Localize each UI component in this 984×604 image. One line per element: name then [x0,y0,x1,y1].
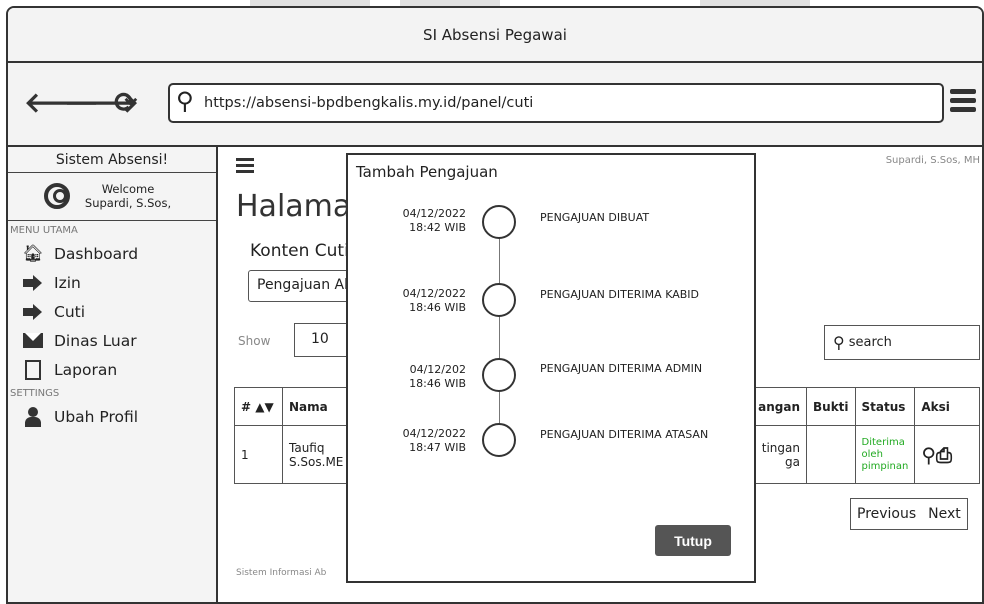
print-icon[interactable]: ⎙ [936,443,952,467]
column-header-nama[interactable]: Nama [282,387,353,426]
next-button[interactable]: Next [922,506,967,522]
user-icon [25,406,41,427]
sidebar-item-laporan[interactable]: Laporan [8,355,216,384]
search-icon: ⚲ [176,87,194,115]
column-header-bukti[interactable]: Bukti [806,387,856,426]
timeline-node-icon [482,423,516,457]
sidebar-header: Sistem Absensi! [8,147,216,173]
home-icon: 🏠︎ [22,243,44,264]
timeline-node-icon [482,205,516,239]
user-name[interactable]: Supardi, S.Sos, MH [886,155,980,166]
timeline-label: PENGAJUAN DIBUAT [540,211,650,224]
sidebar-item-label: Laporan [54,360,118,379]
reload-icon[interactable]: ⟳ [114,85,137,121]
timeline-date: 04/12/2022 18:46 WIB [402,287,466,314]
sidebar-item-label: Cuti [54,302,86,321]
sidebar-toggle-icon[interactable] [236,155,254,176]
column-header-aksi[interactable]: Aksi [914,387,980,426]
sign-in-icon [23,274,43,291]
view-icon[interactable]: ⚲ [921,443,936,467]
sidebar-item-dashboard[interactable]: 🏠︎ Dashboard [8,239,216,268]
menu-section-label: MENU UTAMA [10,225,78,236]
search-placeholder: search [848,335,892,350]
pdf-icon [25,359,41,380]
timeline-label: PENGAJUAN DITERIMA ADMIN [540,362,703,375]
status-badge: Diterima oleh pimpinan [854,425,916,484]
search-input[interactable]: ⚲ search [824,325,980,360]
timeline-line [499,215,500,455]
section-title: Konten Cuti [250,241,349,261]
sidebar-item-label: Ubah Profil [54,407,139,426]
welcome-user: Supardi, S.Sos, [84,196,172,210]
url-field[interactable]: ⚲ https://absensi-bpdbengkalis.my.id/pan… [168,83,944,123]
sidebar-item-cuti[interactable]: Cuti [8,297,216,326]
show-label: Show [238,334,271,348]
timeline-date: 04/12/2022 18:47 WIB [402,427,466,454]
timeline-node-icon [482,358,516,392]
pagination: Previous Next [850,498,968,530]
settings-section-label: SETTINGS [10,388,60,399]
modal-title: Tambah Pengajuan [356,163,498,181]
row-bukti [806,425,856,484]
sign-in-icon [23,303,43,320]
user-circle-icon [44,183,70,209]
close-button[interactable]: Tutup [655,525,731,556]
sidebar-item-ubah-profil[interactable]: Ubah Profil [8,402,216,431]
timeline-node-icon [482,283,516,317]
sidebar-item-label: Dashboard [54,244,139,263]
sidebar-item-label: Izin [54,273,81,292]
welcome-label: Welcome [101,182,155,196]
row-number: 1 [234,425,283,484]
pengajuan-modal: Tambah Pengajuan 04/12/2022 18:42 WIB PEN… [346,153,756,583]
timeline-date: 04/12/202 18:46 WIB [409,363,466,390]
sidebar: Sistem Absensi! Welcome Supardi, S.Sos, … [8,147,218,602]
timeline-date: 04/12/2022 18:42 WIB [402,207,466,234]
footer-text: Sistem Informasi Ab [236,568,327,578]
sidebar-item-izin[interactable]: Izin [8,268,216,297]
sort-icon[interactable]: ▲▼ [255,400,273,414]
sidebar-item-dinas-luar[interactable]: Dinas Luar [8,326,216,355]
window-title: SI Absensi Pegawai [423,25,567,44]
url-text: https://absensi-bpdbengkalis.my.id/panel… [204,95,534,111]
timeline-label: PENGAJUAN DITERIMA ATASAN [540,428,709,441]
window-titlebar: SI Absensi Pegawai [8,8,982,63]
sidebar-item-label: Dinas Luar [54,331,137,350]
address-bar: 🡐 🡒 ⟳ ⚲ https://absensi-bpdbengkalis.my.… [8,63,982,147]
envelope-icon [23,333,43,348]
welcome-panel: Welcome Supardi, S.Sos, [8,173,216,221]
previous-button[interactable]: Previous [851,506,922,522]
row-nama: Taufiq S.Sos.ME [282,425,353,484]
column-header-number[interactable]: # ▲▼ [234,387,283,426]
column-header-status[interactable]: Status [854,387,916,426]
search-icon: ⚲ [833,333,845,352]
browser-menu-icon[interactable] [950,85,976,119]
row-actions: ⚲⎙ [914,425,980,484]
timeline-label: PENGAJUAN DITERIMA KABID [540,288,699,301]
